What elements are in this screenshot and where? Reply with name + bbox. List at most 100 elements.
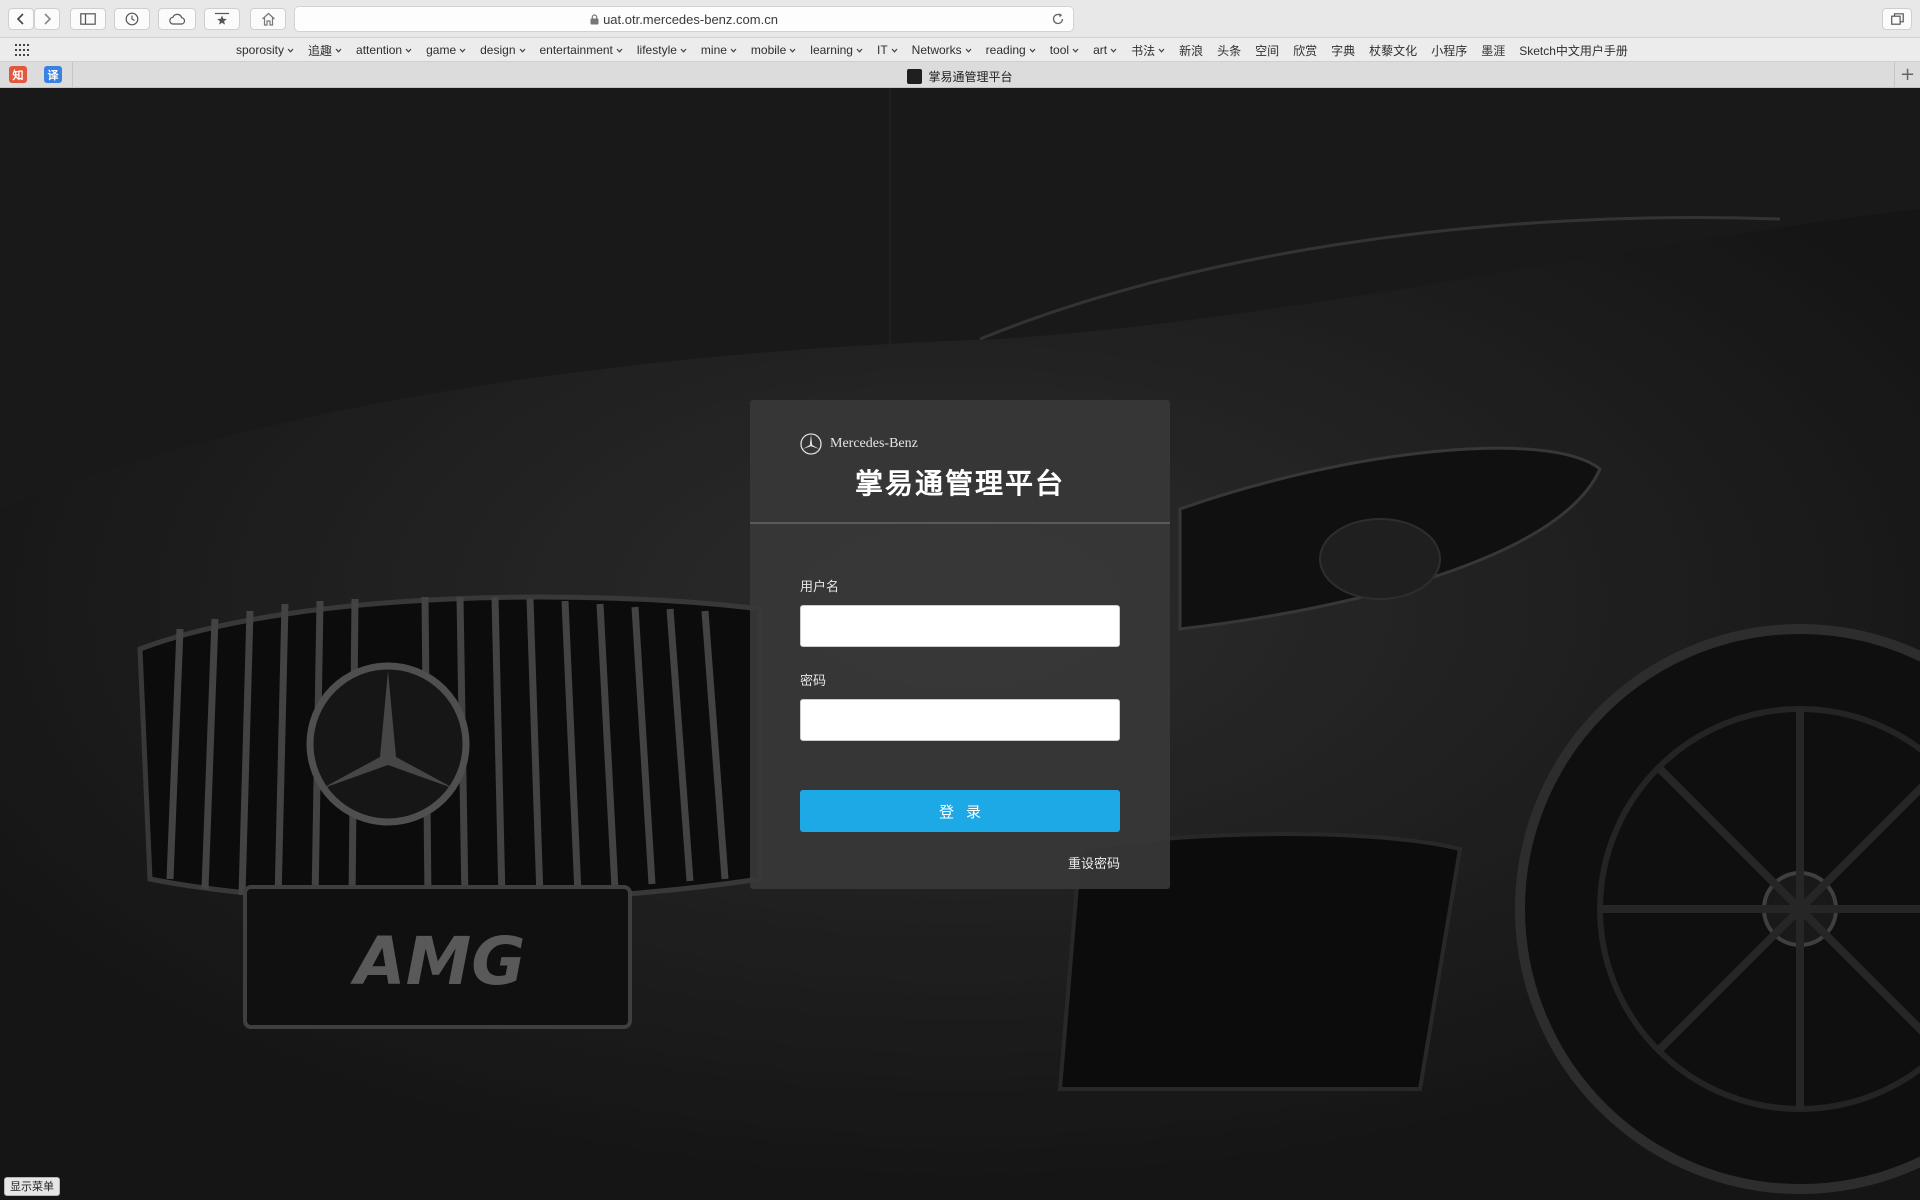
sidebar-button[interactable]	[70, 8, 106, 30]
bookmark-item[interactable]: attention	[356, 43, 412, 57]
bookmark-label: Sketch中文用户手册	[1519, 43, 1628, 58]
bookmark-label: art	[1093, 43, 1108, 57]
bookmark-label: 头条	[1217, 43, 1242, 58]
chevron-down-icon	[1029, 48, 1036, 53]
lock-icon	[590, 14, 599, 25]
bookmark-label: lifestyle	[636, 43, 677, 57]
bookmark-item[interactable]: tool	[1050, 43, 1079, 57]
bookmark-label: 欣赏	[1293, 43, 1318, 58]
bookmark-item[interactable]: 追趣	[308, 42, 342, 59]
new-tab-button[interactable]: +	[1894, 62, 1920, 88]
tabs-overview-icon	[1890, 13, 1904, 25]
home-icon	[261, 12, 275, 26]
chevron-right-icon	[44, 13, 52, 25]
chevron-down-icon	[1110, 48, 1117, 53]
bookmarks-bar: sporosity 追趣 attention game design entertainm…	[0, 38, 1920, 62]
bookmark-label: 小程序	[1431, 43, 1468, 58]
chevron-down-icon	[616, 48, 623, 53]
password-input[interactable]	[800, 699, 1120, 741]
bookmark-label: attention	[356, 43, 403, 57]
username-input[interactable]	[800, 605, 1120, 647]
bookmark-item[interactable]: Sketch中文用户手册	[1519, 42, 1628, 59]
bookmark-label: 书法	[1131, 43, 1156, 58]
password-label: 密码	[800, 674, 827, 689]
bookmark-label: 追趣	[308, 43, 333, 58]
bookmark-label: mine	[700, 43, 727, 57]
bookmark-item[interactable]: 杖藜文化	[1369, 42, 1417, 59]
chevron-down-icon	[965, 48, 972, 53]
chevron-down-icon	[789, 48, 796, 53]
bookmark-item[interactable]: IT	[877, 43, 898, 57]
show-all-tabs-button[interactable]	[1882, 8, 1912, 30]
bookmark-item[interactable]: 小程序	[1431, 42, 1467, 59]
bookmark-item[interactable]: mine	[701, 43, 737, 57]
show-menu-button[interactable]: 显示菜单	[4, 1177, 60, 1196]
bookmark-item[interactable]: 新浪	[1179, 42, 1203, 59]
bookmark-label: entertainment	[539, 43, 613, 57]
sidebar-icon	[80, 13, 96, 25]
bookmark-item[interactable]: 书法	[1131, 42, 1165, 59]
chevron-down-icon	[891, 48, 898, 53]
chevron-down-icon	[730, 48, 737, 53]
bookmark-label: 杖藜文化	[1369, 43, 1418, 58]
bookmark-label: sporosity	[236, 43, 285, 57]
chevron-down-icon	[405, 48, 412, 53]
chevron-down-icon	[459, 48, 466, 53]
home-button[interactable]	[250, 8, 286, 30]
address-bar[interactable]: uat.otr.mercedes-benz.com.cn	[294, 6, 1074, 32]
grid-icon[interactable]	[15, 44, 29, 56]
bookmark-label: 新浪	[1179, 43, 1204, 58]
brand-row: Mercedes-Benz	[800, 433, 918, 455]
bookmark-label: IT	[876, 43, 888, 57]
bookmark-label: mobile	[750, 43, 787, 57]
bookmark-label: 墨涯	[1481, 43, 1506, 58]
chevron-down-icon	[1072, 48, 1079, 53]
chevron-left-icon	[16, 13, 24, 25]
chevron-down-icon	[680, 48, 687, 53]
bookmark-label: Networks	[911, 43, 962, 57]
title-divider	[750, 522, 1170, 524]
chevron-down-icon	[519, 48, 525, 53]
brand-name: Mercedes-Benz	[830, 436, 918, 451]
chevron-down-icon	[1158, 48, 1165, 53]
bookmark-item[interactable]: sporosity	[236, 43, 294, 57]
address-text: uat.otr.mercedes-benz.com.cn	[603, 12, 778, 27]
bookmark-label: reading	[985, 43, 1026, 57]
bookmark-item[interactable]: 头条	[1217, 42, 1241, 59]
mercedes-star-icon	[800, 433, 822, 455]
bookmark-item[interactable]: design	[480, 43, 525, 57]
bookmark-item[interactable]: lifestyle	[637, 43, 687, 57]
bookmark-label: 空间	[1255, 43, 1280, 58]
bookmark-item[interactable]: 字典	[1331, 42, 1355, 59]
chevron-down-icon	[856, 48, 863, 53]
bookmark-item[interactable]: learning	[810, 43, 863, 57]
back-button[interactable]	[8, 8, 34, 30]
bookmark-star-button[interactable]	[204, 8, 240, 30]
bookmark-item[interactable]: game	[426, 43, 466, 57]
history-button[interactable]	[114, 8, 150, 30]
bookmark-item[interactable]: Networks	[912, 43, 972, 57]
bookmark-label: design	[480, 43, 516, 57]
active-tab[interactable]: 掌易通管理平台	[0, 68, 1920, 85]
tab-title-text: 掌易通管理平台	[928, 70, 1013, 84]
bookmark-list: sporosity 追趣 attention game design entertainm…	[236, 38, 1628, 62]
bookmark-item[interactable]: art	[1093, 43, 1117, 57]
bookmark-item[interactable]: entertainment	[540, 43, 623, 57]
star-icon	[215, 12, 229, 25]
forward-button[interactable]	[34, 8, 60, 30]
bookmark-item[interactable]: 欣赏	[1293, 42, 1317, 59]
bookmark-item[interactable]: 空间	[1255, 42, 1279, 59]
cloud-icon	[169, 13, 186, 25]
bookmark-label: game	[426, 43, 457, 57]
reload-icon[interactable]	[1051, 12, 1065, 26]
bookmark-item[interactable]: 墨涯	[1481, 42, 1505, 59]
chevron-down-icon	[335, 48, 342, 53]
bookmark-label: 字典	[1331, 43, 1356, 58]
reset-password-link[interactable]: 重设密码	[1068, 853, 1120, 872]
bookmark-label: tool	[1049, 43, 1070, 57]
bookmark-item[interactable]: reading	[986, 43, 1036, 57]
bookmark-item[interactable]: mobile	[751, 43, 796, 57]
icloud-tabs-button[interactable]	[158, 8, 196, 30]
login-button[interactable]: 登录	[800, 790, 1120, 832]
login-card: Mercedes-Benz 掌易通管理平台 用户名 密码 登录 重设密码	[750, 400, 1170, 889]
